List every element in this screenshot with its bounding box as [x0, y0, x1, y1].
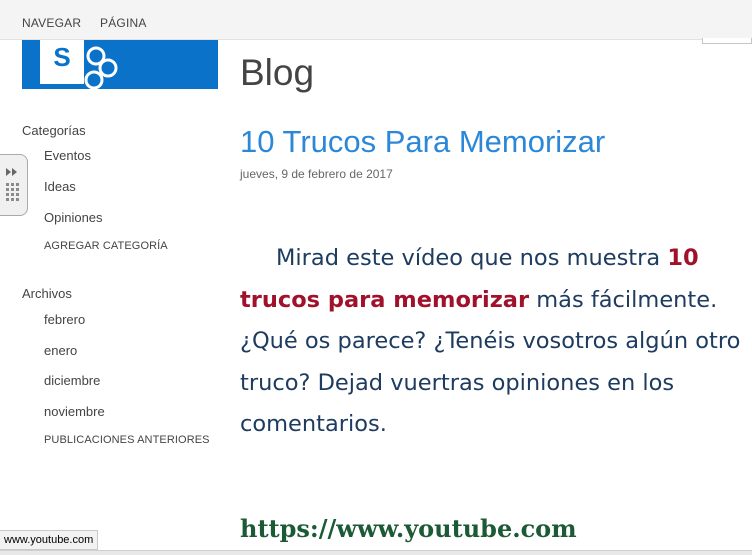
archive-diciembre[interactable]: diciembre [44, 373, 100, 388]
post-title[interactable]: 10 Trucos Para Memorizar [240, 124, 605, 160]
svg-text:S: S [53, 42, 70, 72]
status-bar-url: www.youtube.com [0, 530, 99, 550]
category-eventos[interactable]: Eventos [44, 148, 91, 163]
archive-enero[interactable]: enero [44, 343, 77, 358]
page-title: Blog [240, 52, 315, 93]
tab-navegar[interactable]: NAVEGAR [22, 16, 81, 30]
category-opiniones[interactable]: Opiniones [44, 210, 103, 225]
archive-noviembre[interactable]: noviembre [44, 404, 105, 419]
site-logo[interactable]: S [22, 40, 218, 89]
older-posts-link[interactable]: PUBLICACIONES ANTERIORES [44, 434, 210, 446]
expand-handle[interactable] [0, 154, 28, 216]
search-box-corner[interactable] [702, 38, 752, 44]
categories-heading: Categorías [22, 123, 86, 138]
archive-febrero[interactable]: febrero [44, 312, 85, 327]
ribbon-bar: NAVEGAR PÁGINA [0, 0, 752, 40]
grip-icon [6, 168, 19, 201]
post-body-text: Mirad este vídeo que nos muestra [276, 245, 668, 271]
archives-heading: Archivos [22, 286, 72, 301]
bottom-strip [0, 550, 752, 555]
category-ideas[interactable]: Ideas [44, 179, 76, 194]
sharepoint-logo-icon: S [40, 40, 118, 89]
youtube-link[interactable]: https://www.youtube.com [240, 514, 577, 543]
tab-pagina[interactable]: PÁGINA [100, 16, 147, 30]
post-body: Mirad este vídeo que nos muestra 10 truc… [240, 238, 745, 446]
post-date: jueves, 9 de febrero de 2017 [240, 167, 393, 181]
add-category-link[interactable]: AGREGAR CATEGORÍA [44, 240, 168, 252]
